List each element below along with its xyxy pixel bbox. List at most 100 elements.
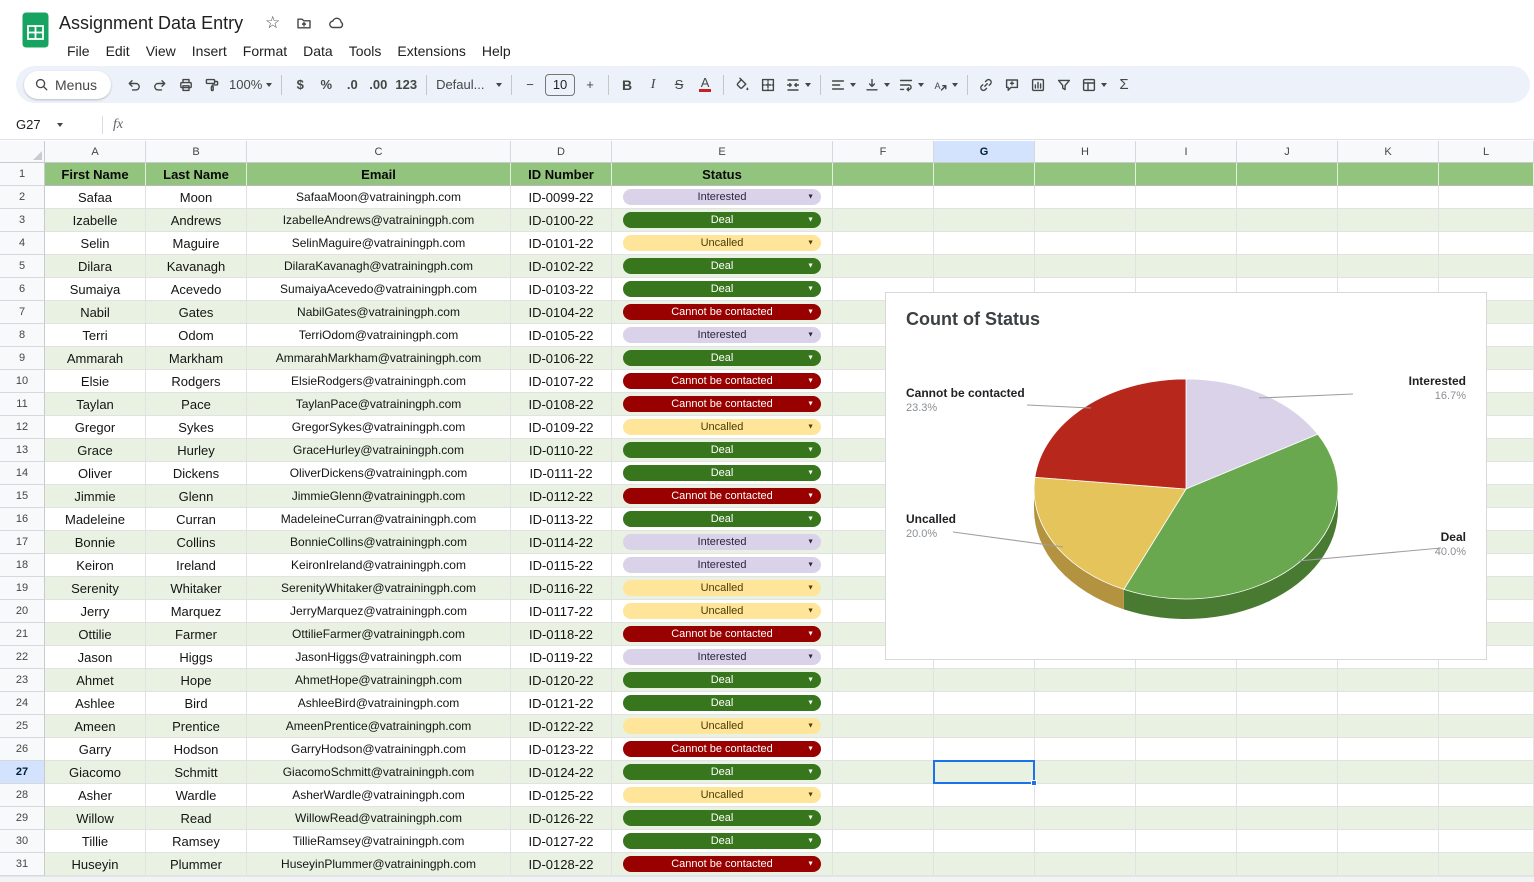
cell-E7[interactable]: Cannot be contacted▼	[612, 301, 833, 324]
cell-D9[interactable]: ID-0106-22	[511, 347, 612, 370]
cell-E16[interactable]: Deal▼	[612, 508, 833, 531]
cell-G30[interactable]	[934, 830, 1035, 853]
cell-C27[interactable]: GiacomoSchmitt@vatrainingph.com	[247, 761, 511, 784]
cell-E23[interactable]: Deal▼	[612, 669, 833, 692]
cell-J25[interactable]	[1237, 715, 1338, 738]
cell-I27[interactable]	[1136, 761, 1237, 784]
decrease-font-size-button[interactable]: −	[517, 72, 543, 98]
cell-J24[interactable]	[1237, 692, 1338, 715]
row-header-15[interactable]: 15	[0, 485, 45, 508]
cell-J26[interactable]	[1237, 738, 1338, 761]
cell-C2[interactable]: SafaaMoon@vatrainingph.com	[247, 186, 511, 209]
cell-A23[interactable]: Ahmet	[45, 669, 146, 692]
cell-E31[interactable]: Cannot be contacted▼	[612, 853, 833, 876]
status-chip[interactable]: Uncalled▼	[623, 718, 821, 734]
fill-color-button[interactable]	[729, 72, 755, 98]
status-chip[interactable]: Interested▼	[623, 534, 821, 550]
cell-C5[interactable]: DilaraKavanagh@vatrainingph.com	[247, 255, 511, 278]
cell-H29[interactable]	[1035, 807, 1136, 830]
row-header-5[interactable]: 5	[0, 255, 45, 278]
cell-G26[interactable]	[934, 738, 1035, 761]
cell-E21[interactable]: Cannot be contacted▼	[612, 623, 833, 646]
cell-H5[interactable]	[1035, 255, 1136, 278]
formula-input[interactable]	[123, 110, 1534, 139]
menu-view[interactable]: View	[138, 40, 184, 62]
functions-button[interactable]: Σ	[1111, 72, 1137, 98]
cell-G5[interactable]	[934, 255, 1035, 278]
cell-K25[interactable]	[1338, 715, 1439, 738]
cell-F23[interactable]	[833, 669, 934, 692]
cell-F25[interactable]	[833, 715, 934, 738]
cell-D28[interactable]: ID-0125-22	[511, 784, 612, 807]
cell-E8[interactable]: Interested▼	[612, 324, 833, 347]
text-rotation-button[interactable]: A	[928, 72, 962, 98]
cell-B15[interactable]: Glenn	[146, 485, 247, 508]
row-header-12[interactable]: 12	[0, 416, 45, 439]
cell-C20[interactable]: JerryMarquez@vatrainingph.com	[247, 600, 511, 623]
cell-J23[interactable]	[1237, 669, 1338, 692]
cell-C23[interactable]: AhmetHope@vatrainingph.com	[247, 669, 511, 692]
cell-H28[interactable]	[1035, 784, 1136, 807]
cell-B22[interactable]: Higgs	[146, 646, 247, 669]
cell-B27[interactable]: Schmitt	[146, 761, 247, 784]
cell-G25[interactable]	[934, 715, 1035, 738]
status-chip[interactable]: Cannot be contacted▼	[623, 626, 821, 642]
cell-I23[interactable]	[1136, 669, 1237, 692]
cell-H4[interactable]	[1035, 232, 1136, 255]
cell-D2[interactable]: ID-0099-22	[511, 186, 612, 209]
cell-C13[interactable]: GraceHurley@vatrainingph.com	[247, 439, 511, 462]
status-chip[interactable]: Deal▼	[623, 764, 821, 780]
status-chip[interactable]: Uncalled▼	[623, 787, 821, 803]
document-title[interactable]: Assignment Data Entry	[59, 13, 243, 34]
cell-F29[interactable]	[833, 807, 934, 830]
cell-B18[interactable]: Ireland	[146, 554, 247, 577]
cell-B2[interactable]: Moon	[146, 186, 247, 209]
menu-tools[interactable]: Tools	[341, 40, 390, 62]
col-header-B[interactable]: B	[146, 141, 247, 163]
cell-A11[interactable]: Taylan	[45, 393, 146, 416]
status-chip[interactable]: Interested▼	[623, 327, 821, 343]
row-header-13[interactable]: 13	[0, 439, 45, 462]
cell-K2[interactable]	[1338, 186, 1439, 209]
cell-G23[interactable]	[934, 669, 1035, 692]
cell-D16[interactable]: ID-0113-22	[511, 508, 612, 531]
cell-L5[interactable]	[1439, 255, 1534, 278]
cell-D15[interactable]: ID-0112-22	[511, 485, 612, 508]
cell-B16[interactable]: Curran	[146, 508, 247, 531]
col-header-E[interactable]: E	[612, 141, 833, 163]
status-chip[interactable]: Cannot be contacted▼	[623, 856, 821, 872]
text-color-button[interactable]: A	[692, 72, 718, 98]
cell-D11[interactable]: ID-0108-22	[511, 393, 612, 416]
cell-I2[interactable]	[1136, 186, 1237, 209]
redo-button[interactable]	[147, 72, 173, 98]
borders-button[interactable]	[755, 72, 781, 98]
cell-C25[interactable]: AmeenPrentice@vatrainingph.com	[247, 715, 511, 738]
cell-L23[interactable]	[1439, 669, 1534, 692]
cell-L27[interactable]	[1439, 761, 1534, 784]
cell-C22[interactable]: JasonHiggs@vatrainingph.com	[247, 646, 511, 669]
row-header-31[interactable]: 31	[0, 853, 45, 876]
status-chip[interactable]: Uncalled▼	[623, 419, 821, 435]
status-chip[interactable]: Cannot be contacted▼	[623, 741, 821, 757]
sheets-logo-icon[interactable]	[22, 12, 49, 53]
zoom-select[interactable]: 100%	[225, 72, 276, 98]
cell-L24[interactable]	[1439, 692, 1534, 715]
cell-J5[interactable]	[1237, 255, 1338, 278]
cell-D24[interactable]: ID-0121-22	[511, 692, 612, 715]
cell-L25[interactable]	[1439, 715, 1534, 738]
merge-cells-button[interactable]	[781, 72, 815, 98]
cell-A30[interactable]: Tillie	[45, 830, 146, 853]
cell-B19[interactable]: Whitaker	[146, 577, 247, 600]
cell-B6[interactable]: Acevedo	[146, 278, 247, 301]
more-formats-button[interactable]: 123	[391, 72, 421, 98]
cell-C10[interactable]: ElsieRodgers@vatrainingph.com	[247, 370, 511, 393]
cell-L30[interactable]	[1439, 830, 1534, 853]
pie-slice-cannot-be-contacted[interactable]	[1035, 379, 1186, 489]
insert-link-button[interactable]	[973, 72, 999, 98]
cell-C30[interactable]: TillieRamsey@vatrainingph.com	[247, 830, 511, 853]
cell-D10[interactable]: ID-0107-22	[511, 370, 612, 393]
cell-B30[interactable]: Ramsey	[146, 830, 247, 853]
col-header-F[interactable]: F	[833, 141, 934, 163]
cell-B17[interactable]: Collins	[146, 531, 247, 554]
cell-K4[interactable]	[1338, 232, 1439, 255]
